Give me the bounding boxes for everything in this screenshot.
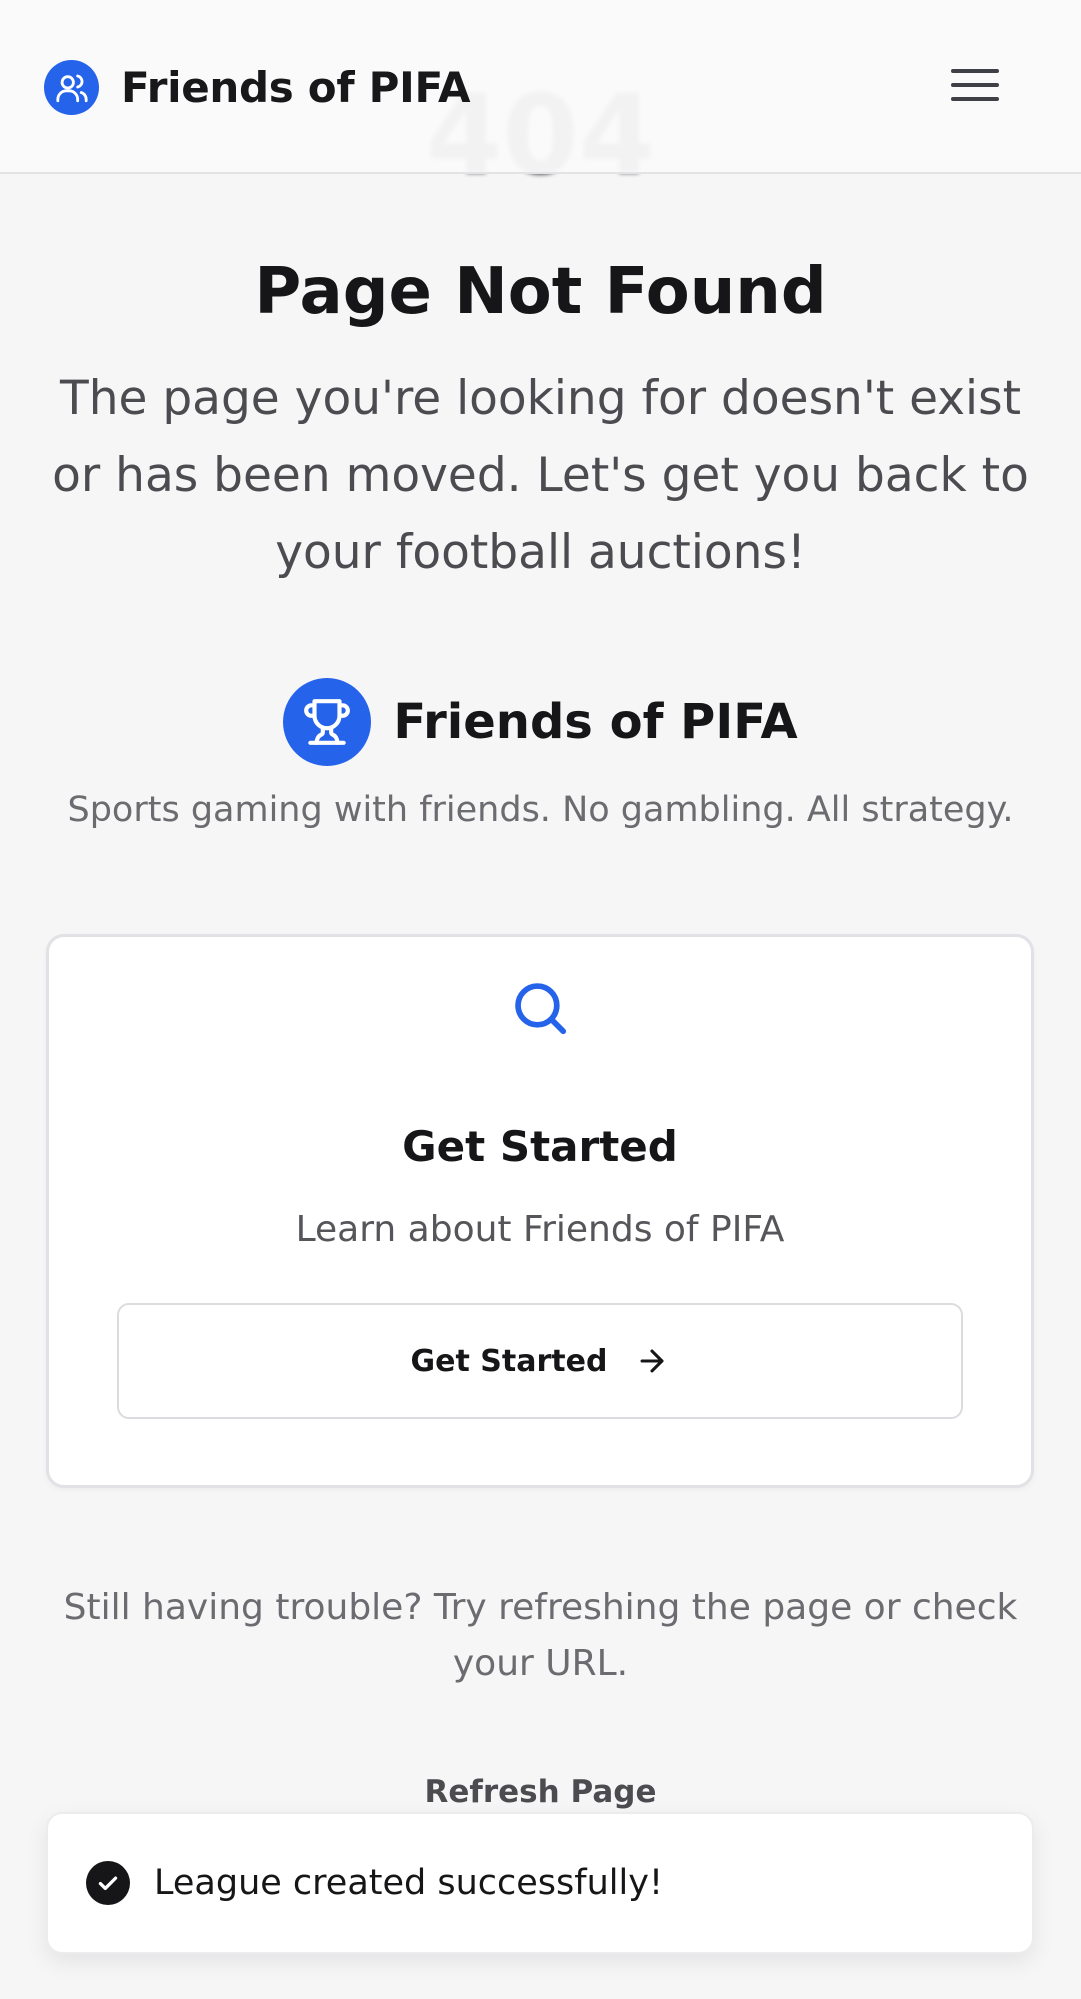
check-circle-icon	[86, 1861, 130, 1905]
page-title: Page Not Found	[254, 255, 827, 329]
search-icon	[49, 977, 1031, 1039]
arrow-right-icon	[635, 1344, 669, 1378]
card-subtitle: Learn about Friends of PIFA	[295, 1209, 785, 1250]
tagline: Sports gaming with friends. No gambling.…	[67, 790, 1014, 830]
get-started-button[interactable]: Get Started	[117, 1303, 963, 1419]
toast-notification: League created successfully!	[46, 1812, 1034, 1954]
top-navbar: Friends of PIFA	[0, 0, 1081, 174]
users-icon	[44, 60, 99, 115]
get-started-button-label: Get Started	[410, 1343, 608, 1379]
card-title: Get Started	[402, 1122, 678, 1171]
menu-button[interactable]	[947, 62, 1003, 112]
brand-block: Friends of PIFA	[0, 678, 1081, 766]
brand-link[interactable]: Friends of PIFA	[44, 60, 471, 115]
trophy-icon	[283, 678, 372, 766]
brand-name: Friends of PIFA	[121, 63, 471, 112]
help-text: Still having trouble? Try refreshing the…	[63, 1587, 1018, 1684]
refresh-page-link[interactable]: Refresh Page	[0, 1774, 1081, 1810]
brand-block-name: Friends of PIFA	[393, 694, 798, 750]
menu-icon	[949, 65, 1001, 109]
error-description: The page you're looking for doesn't exis…	[52, 371, 1029, 580]
toast-message: League created successfully!	[154, 1863, 663, 1903]
get-started-card: Get Started Learn about Friends of PIFA …	[46, 934, 1034, 1488]
